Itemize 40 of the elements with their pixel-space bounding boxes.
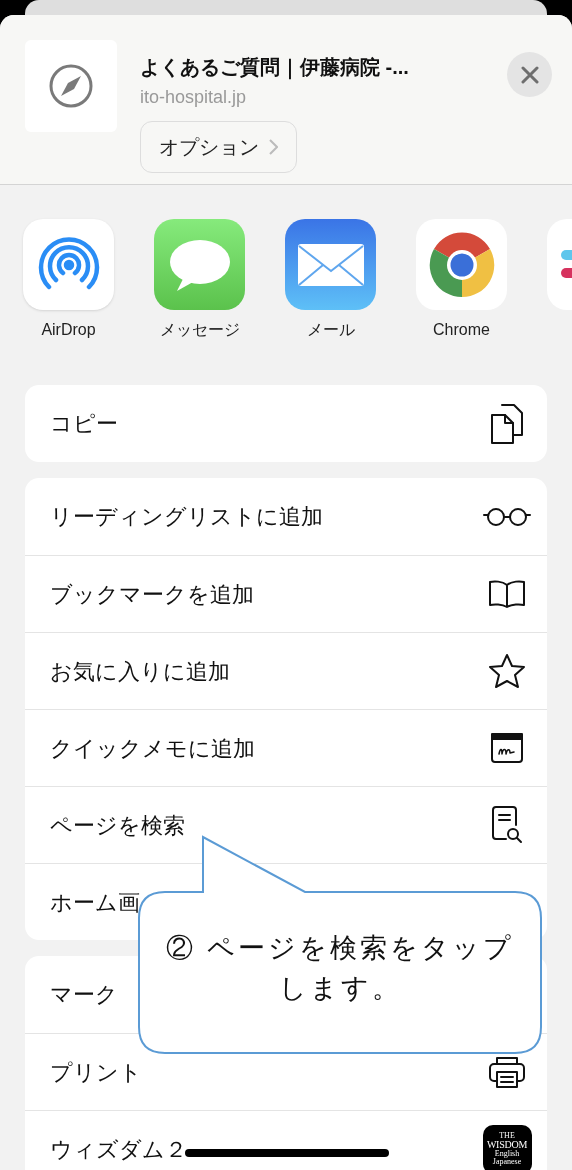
action-label: リーディングリストに追加 (50, 503, 323, 531)
action-label: ホーム画 (50, 888, 140, 917)
icon-label: Japanese (492, 1158, 522, 1166)
glasses-icon (482, 506, 532, 527)
action-row[interactable]: クイックメモに追加 (25, 709, 547, 786)
mail-icon[interactable] (285, 219, 376, 310)
airdrop-icon[interactable] (23, 219, 114, 310)
app-label: メール (306, 320, 355, 340)
action-label: ページを検索 (50, 811, 185, 840)
copy-icon (490, 402, 524, 445)
icon-label: WISDOM (486, 1140, 528, 1150)
chevron-right-icon (269, 139, 278, 155)
close-icon (520, 65, 539, 84)
printer-icon (488, 1055, 526, 1089)
chrome-icon[interactable] (416, 219, 507, 310)
action-row[interactable]: コピー (25, 385, 547, 462)
app-label: Chrome (433, 320, 490, 340)
action-label: プリント (50, 1058, 142, 1087)
action-row[interactable]: お気に入りに追加 (25, 632, 547, 709)
options-button[interactable]: オプション (140, 121, 297, 173)
action-label: クイックメモに追加 (50, 734, 255, 763)
icon-label: English (494, 1150, 520, 1158)
app-label: メッセージ (159, 320, 240, 340)
compass-icon (48, 63, 94, 109)
close-button[interactable] (507, 52, 552, 97)
star-icon (488, 653, 526, 689)
action-label: ブックマークを追加 (50, 580, 254, 609)
quick-note-icon (490, 732, 524, 764)
action-label: コピー (50, 410, 118, 438)
page-search-icon (491, 805, 523, 845)
action-label: お気に入りに追加 (50, 657, 230, 686)
app-label: AirDrop (41, 320, 96, 340)
page-title: よくあるご質問｜伊藤病院 -... (140, 55, 410, 82)
icon-label: THE (499, 1132, 515, 1140)
callout-tooltip-text: ② ページを検索をタップします。 (166, 933, 514, 1003)
book-icon (488, 579, 526, 609)
page-url: ito-hospital.jp (140, 86, 248, 109)
action-label: ウィズダム２ (50, 1135, 187, 1164)
action-row[interactable]: ブックマークを追加 (25, 555, 547, 632)
action-row[interactable]: リーディングリストに追加 (25, 478, 547, 555)
